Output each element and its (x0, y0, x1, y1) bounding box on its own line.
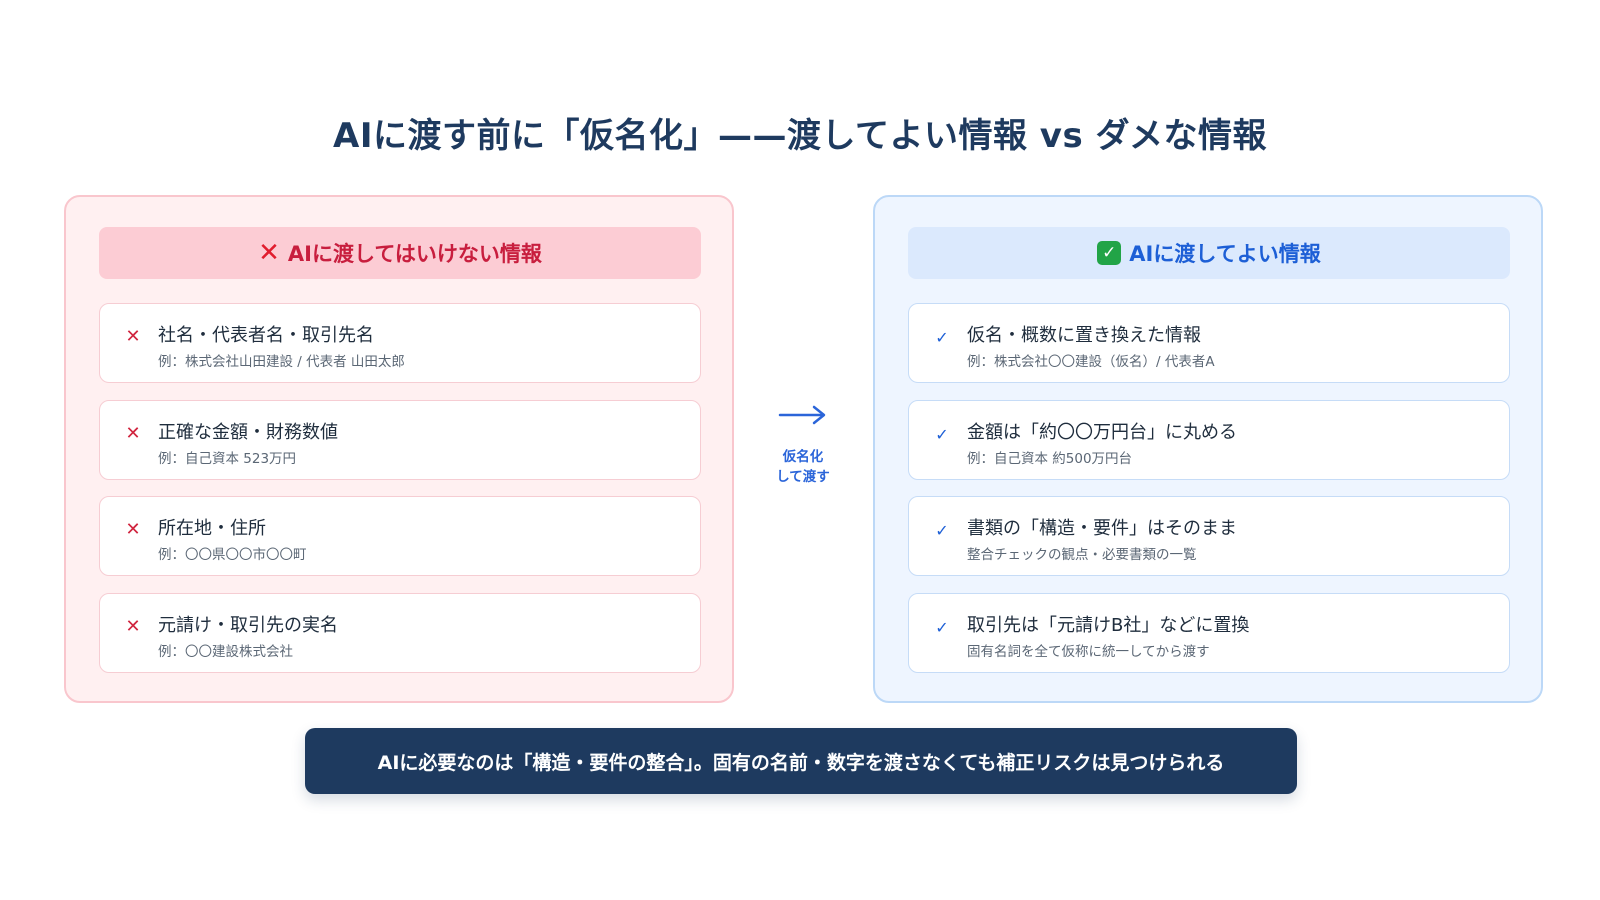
pseudonymize-arrow: 仮名化 して渡す (770, 405, 836, 505)
good-item: ✓ 取引先は「元請けB社」などに置換 固有名詞を全て仮称に統一してから渡す (908, 593, 1510, 673)
good-item-example: 固有名詞を全て仮称に統一してから渡す (967, 644, 1210, 660)
good-item-example: 例：株式会社〇〇建設（仮名）/ 代表者A (967, 354, 1215, 370)
bad-item: ✕ 所在地・住所 例：〇〇県〇〇市〇〇町 (99, 496, 701, 576)
good-panel-header: ✓ AIに渡してよい情報 (908, 227, 1510, 279)
cross-icon: ✕ (125, 616, 141, 637)
good-item-example: 例：自己資本 約500万円台 (967, 451, 1133, 467)
bad-panel-header: ✕ AIに渡してはいけない情報 (99, 227, 701, 279)
good-info-panel: ✓ AIに渡してよい情報 ✓ 仮名・概数に置き換えた情報 例：株式会社〇〇建設（… (873, 195, 1543, 703)
bad-info-panel: ✕ AIに渡してはいけない情報 ✕ 社名・代表者名・取引先名 例：株式会社山田建… (64, 195, 734, 703)
summary-text: AIに必要なのは「構造・要件の整合」。固有の名前・数字を渡さなくても補正リスクは… (377, 751, 1225, 774)
cross-icon: ✕ (125, 326, 141, 347)
bad-item-title: 元請け・取引先の実名 (158, 615, 338, 636)
arrow-label-line2: して渡す (776, 469, 830, 485)
arrow-right-icon (778, 405, 826, 425)
check-icon: ✓ (935, 328, 949, 347)
bad-item-example: 例：〇〇県〇〇市〇〇町 (158, 547, 307, 563)
good-panel-header-label: AIに渡してよい情報 (1129, 242, 1321, 266)
check-icon: ✓ (935, 425, 949, 444)
good-item: ✓ 金額は「約〇〇万円台」に丸める 例：自己資本 約500万円台 (908, 400, 1510, 480)
arrow-label-line1: 仮名化 (782, 449, 824, 465)
good-item-title: 書類の「構造・要件」はそのまま (967, 518, 1237, 539)
good-item: ✓ 書類の「構造・要件」はそのまま 整合チェックの観点・必要書類の一覧 (908, 496, 1510, 576)
bad-item-title: 所在地・住所 (158, 518, 266, 539)
cross-icon: ✕ (125, 519, 141, 540)
bad-item-example: 例：〇〇建設株式会社 (158, 644, 293, 660)
good-item-title: 金額は「約〇〇万円台」に丸める (967, 422, 1237, 443)
bad-item-title: 正確な金額・財務数値 (158, 422, 338, 443)
page-title: AIに渡す前に「仮名化」——渡してよい情報 vs ダメな情報 (333, 116, 1267, 156)
green-check-icon: ✓ (1097, 241, 1122, 265)
infographic: AIに渡す前に「仮名化」——渡してよい情報 vs ダメな情報 ✕ AIに渡しては… (0, 0, 1600, 900)
arrow-label: 仮名化 して渡す (770, 447, 836, 487)
bad-item: ✕ 正確な金額・財務数値 例：自己資本 523万円 (99, 400, 701, 480)
bad-item-title: 社名・代表者名・取引先名 (158, 325, 374, 346)
good-item-title: 仮名・概数に置き換えた情報 (967, 325, 1201, 346)
cross-icon: ✕ (125, 423, 141, 444)
red-cross-icon: ✕ (258, 238, 280, 268)
summary-banner: AIに必要なのは「構造・要件の整合」。固有の名前・数字を渡さなくても補正リスクは… (305, 728, 1297, 794)
good-item: ✓ 仮名・概数に置き換えた情報 例：株式会社〇〇建設（仮名）/ 代表者A (908, 303, 1510, 383)
bad-item-example: 例：株式会社山田建設 / 代表者 山田太郎 (158, 354, 405, 370)
check-icon: ✓ (935, 618, 949, 637)
bad-item: ✕ 元請け・取引先の実名 例：〇〇建設株式会社 (99, 593, 701, 673)
bad-item: ✕ 社名・代表者名・取引先名 例：株式会社山田建設 / 代表者 山田太郎 (99, 303, 701, 383)
bad-panel-header-label: AIに渡してはいけない情報 (287, 242, 542, 266)
good-item-title: 取引先は「元請けB社」などに置換 (967, 615, 1250, 636)
bad-item-example: 例：自己資本 523万円 (158, 451, 297, 467)
good-item-example: 整合チェックの観点・必要書類の一覧 (967, 547, 1197, 563)
check-icon: ✓ (935, 521, 949, 540)
